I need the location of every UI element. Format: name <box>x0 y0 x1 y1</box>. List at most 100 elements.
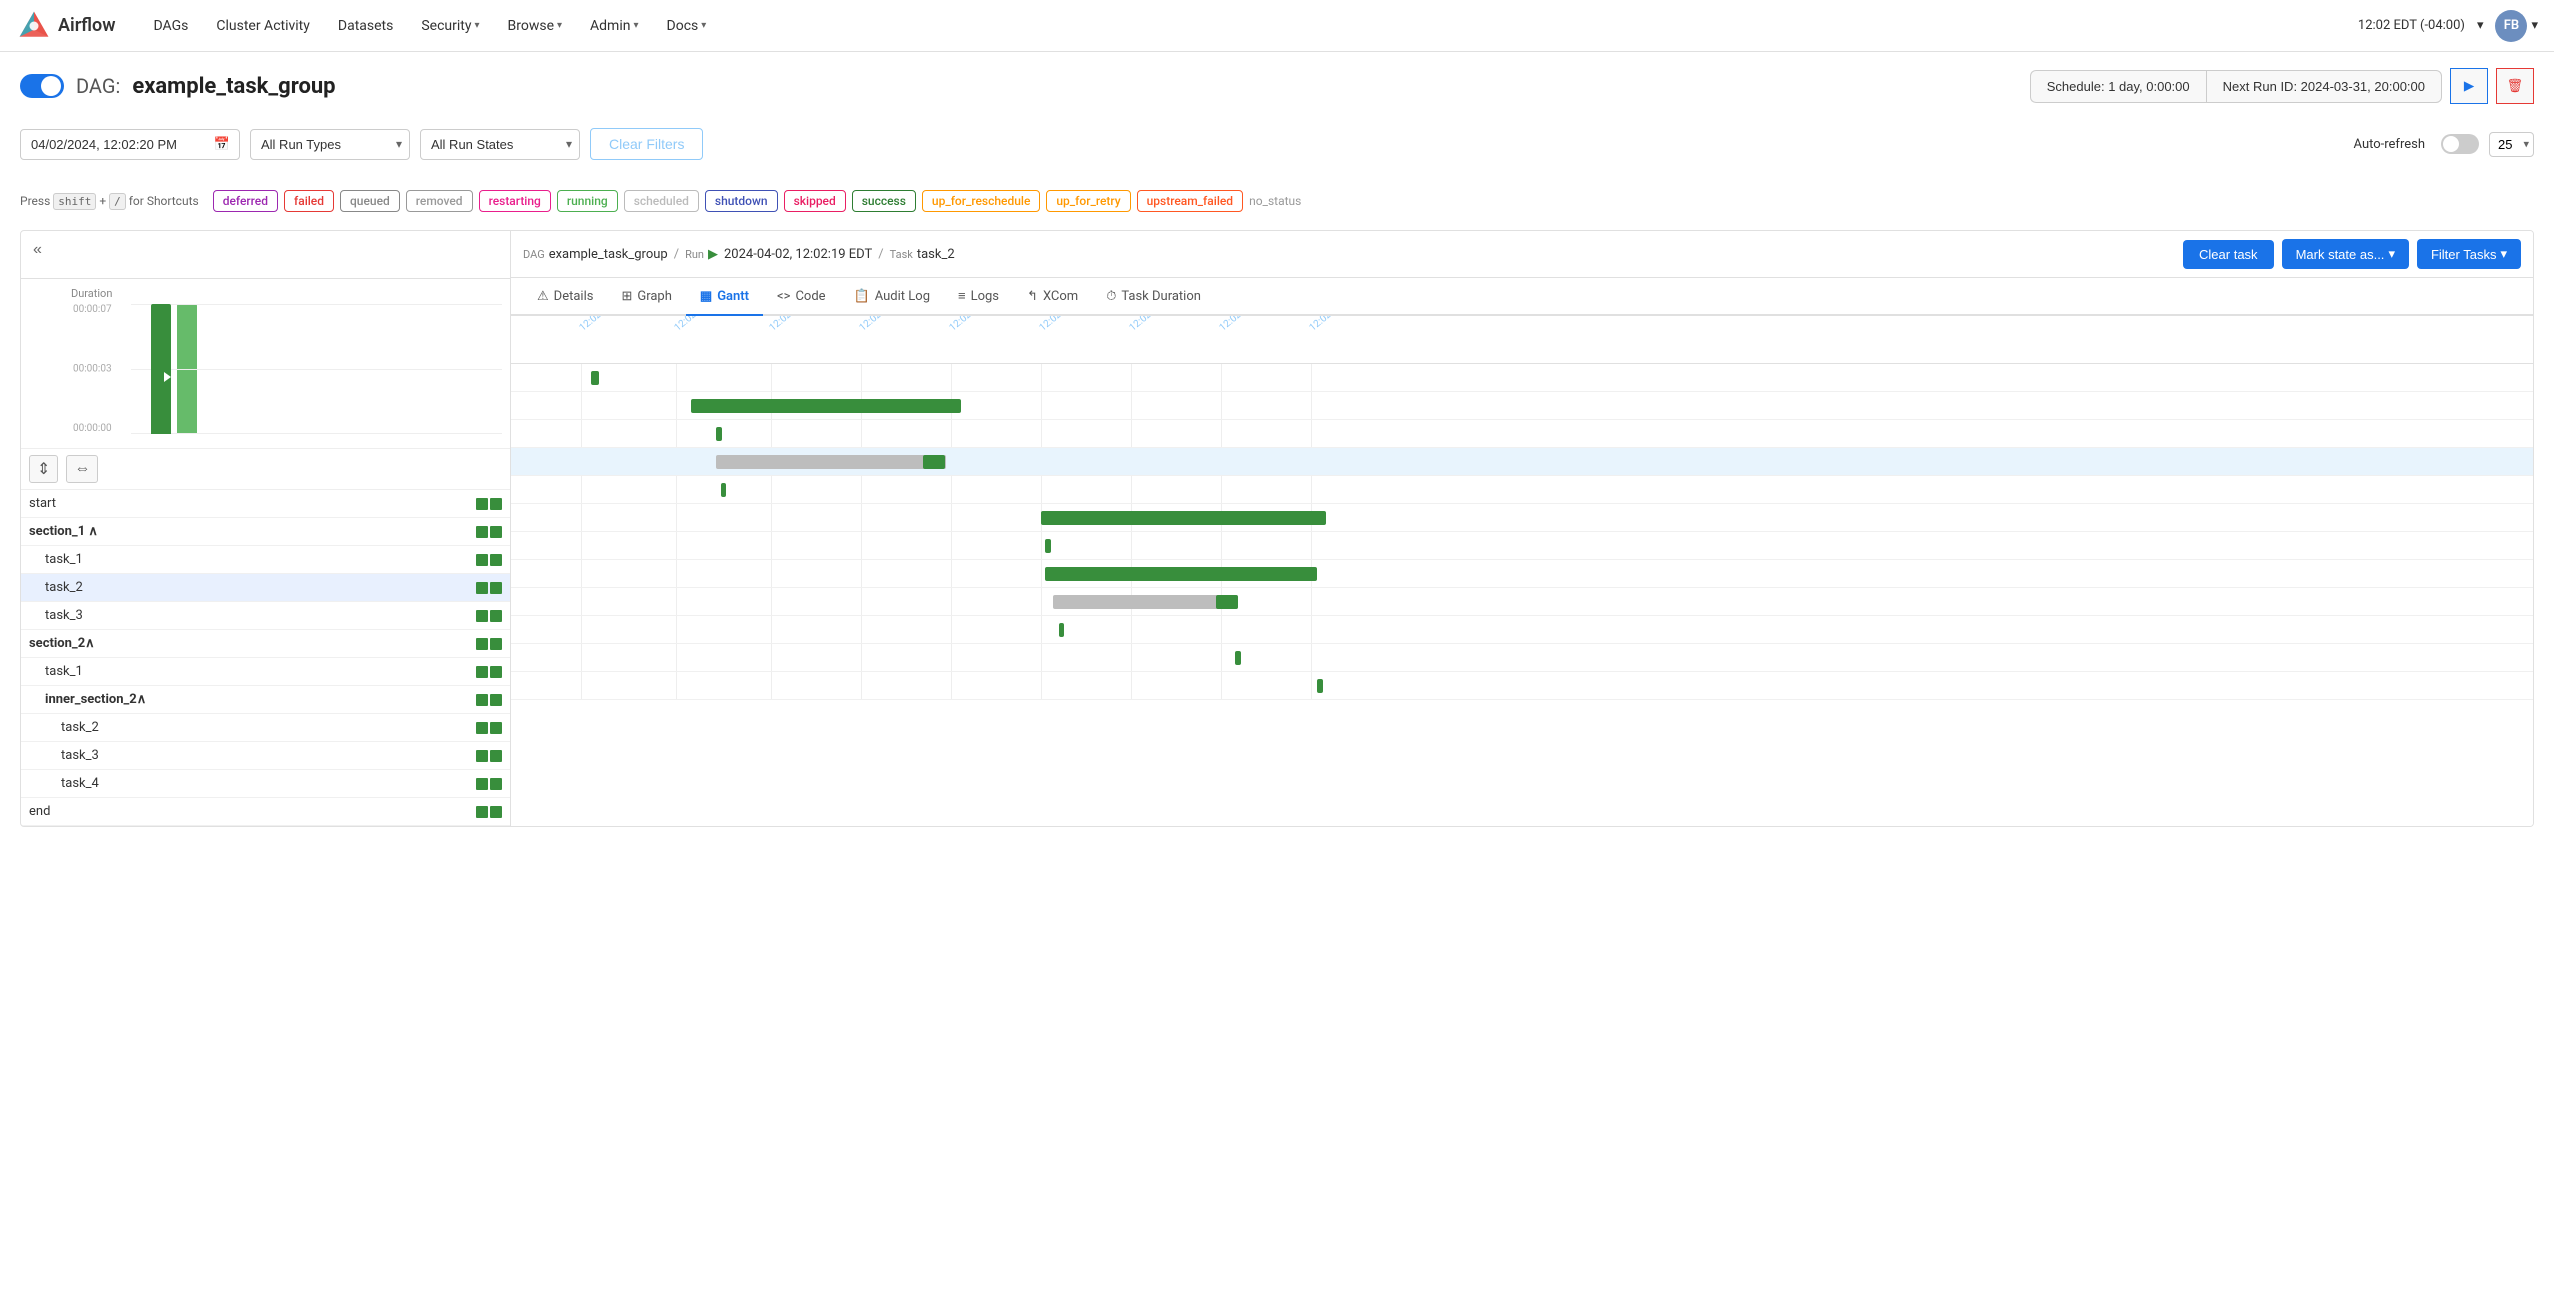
nav-security[interactable]: Security ▾ <box>407 0 493 52</box>
badge-success[interactable]: success <box>852 190 916 212</box>
nav-dags[interactable]: DAGs <box>140 0 203 52</box>
task-row-inner-section2[interactable]: inner_section_2∧ <box>21 686 510 714</box>
tab-audit-log[interactable]: 📋 Audit Log <box>840 279 944 316</box>
gridline-bottom <box>131 433 502 434</box>
tl-9: 12:02:26 EDT <box>1307 316 1359 334</box>
mark-state-btn[interactable]: Mark state as... ▾ <box>2282 239 2409 269</box>
badge-up-for-reschedule[interactable]: up_for_reschedule <box>922 190 1040 212</box>
gantt-row-section1[interactable] <box>511 392 2533 420</box>
badge-failed[interactable]: failed <box>284 190 334 212</box>
badge-no-status[interactable]: no_status <box>1249 194 1301 208</box>
run-states-select[interactable]: All Run States <box>420 129 580 160</box>
task-row-section2[interactable]: section_2∧ <box>21 630 510 658</box>
gantt-row-s1t1[interactable] <box>511 420 2533 448</box>
schedule-btn[interactable]: Schedule: 1 day, 0:00:00 <box>2030 70 2206 103</box>
bar-end <box>1317 679 1323 693</box>
tab-details[interactable]: ⚠ Details <box>523 279 607 316</box>
indicator-2 <box>490 638 502 650</box>
badge-up-for-retry[interactable]: up_for_retry <box>1046 190 1130 212</box>
trigger-dag-btn[interactable]: ▶ <box>2450 68 2488 104</box>
badge-deferred[interactable]: deferred <box>213 190 278 212</box>
task-row-s1t1[interactable]: task_1 <box>21 546 510 574</box>
user-avatar[interactable]: FB <box>2495 10 2527 42</box>
timeline-labels-container: 12:02:19 EDT 12:02:20 EDT 12:02:21 EDT 1… <box>511 316 1411 363</box>
task-row-is2t4[interactable]: task_4 <box>21 770 510 798</box>
bar-is2t3 <box>1059 623 1064 637</box>
date-filter[interactable] <box>20 129 240 160</box>
badge-restarting[interactable]: restarting <box>479 190 551 212</box>
brand[interactable]: Airflow <box>16 8 116 44</box>
time-caret: ▾ <box>2477 18 2484 33</box>
tab-gantt[interactable]: ▦ Gantt <box>686 279 763 316</box>
tab-xcom[interactable]: ↰ XCom <box>1013 279 1092 316</box>
breadcrumb-bar: DAG example_task_group / Run ▶ 2024-04-0… <box>511 231 2533 278</box>
gantt-row-section2[interactable] <box>511 504 2533 532</box>
gantt-timeline-header: 12:02:19 EDT 12:02:20 EDT 12:02:21 EDT 1… <box>511 316 2533 364</box>
nav-browse[interactable]: Browse ▾ <box>494 0 577 52</box>
nav-datasets[interactable]: Datasets <box>324 0 407 52</box>
task-row-s1t3[interactable]: task_3 <box>21 602 510 630</box>
badge-upstream-failed[interactable]: upstream_failed <box>1137 190 1243 212</box>
task-row-s1t2[interactable]: task_2 <box>21 574 510 602</box>
next-run-btn[interactable]: Next Run ID: 2024-03-31, 20:00:00 <box>2206 70 2442 103</box>
indicator-1 <box>476 694 488 706</box>
date-filter-wrapper: 📅 <box>20 129 240 160</box>
task-name-s1t1: task_1 <box>29 552 468 567</box>
task-indicators-s1t1 <box>476 554 502 566</box>
bar-s1t2-green <box>923 455 945 469</box>
gantt-row-end[interactable] <box>511 672 2533 700</box>
badge-skipped[interactable]: skipped <box>784 190 846 212</box>
dag-toggle[interactable] <box>20 74 64 98</box>
badge-removed[interactable]: removed <box>406 190 473 212</box>
shift-key: shift <box>53 193 96 210</box>
task-row-is2t2[interactable]: task_2 <box>21 714 510 742</box>
gantt-row-s2t1[interactable] <box>511 532 2533 560</box>
nav-time[interactable]: 12:02 EDT (-04:00) <box>2358 18 2465 33</box>
nav-cluster-activity[interactable]: Cluster Activity <box>202 0 324 52</box>
gantt-row-start[interactable] <box>511 364 2533 392</box>
task-row-start[interactable]: start <box>21 490 510 518</box>
bar-inner-section2 <box>1045 567 1317 581</box>
badge-running[interactable]: running <box>557 190 618 212</box>
filter-tasks-btn[interactable]: Filter Tasks ▾ <box>2417 239 2521 269</box>
bar-start <box>591 371 599 385</box>
badge-scheduled[interactable]: scheduled <box>624 190 699 212</box>
clear-task-btn[interactable]: Clear task <box>2183 240 2274 269</box>
task-name-s1t2: task_2 <box>29 580 468 595</box>
clear-filters-btn[interactable]: Clear Filters <box>590 128 703 160</box>
task-row-is2t3[interactable]: task_3 <box>21 742 510 770</box>
browse-caret: ▾ <box>557 20 562 31</box>
tab-logs[interactable]: ≡ Logs <box>944 278 1013 316</box>
indicator-pair <box>476 750 502 762</box>
gantt-row-s1t3[interactable] <box>511 476 2533 504</box>
gantt-row-is2t4[interactable] <box>511 644 2533 672</box>
resize-collapse-btn[interactable]: ⇔ <box>66 455 98 483</box>
tab-code[interactable]: <> Code <box>763 279 840 316</box>
page-size-select[interactable]: 25 <box>2489 132 2534 157</box>
gantt-area: 12:02:19 EDT 12:02:20 EDT 12:02:21 EDT 1… <box>511 316 2533 826</box>
collapse-left-btn[interactable]: « <box>29 237 46 263</box>
gantt-row-is2t3[interactable] <box>511 616 2533 644</box>
xcom-icon: ↰ <box>1027 289 1038 304</box>
delete-dag-btn[interactable]: 🗑 <box>2496 68 2534 104</box>
status-bar: Press shift + / for Shortcuts deferred f… <box>20 182 2534 220</box>
indicator-2 <box>490 806 502 818</box>
task-row-s2t1[interactable]: task_1 <box>21 658 510 686</box>
gantt-row-is2t2[interactable] <box>511 588 2533 616</box>
nav-admin[interactable]: Admin ▾ <box>576 0 652 52</box>
task-row-end[interactable]: end <box>21 798 510 826</box>
tab-graph[interactable]: ⊞ Graph <box>607 279 685 316</box>
badge-shutdown[interactable]: shutdown <box>705 190 778 212</box>
badge-queued[interactable]: queued <box>340 190 400 212</box>
run-types-select[interactable]: All Run Types <box>250 129 410 160</box>
tl-4: 12:02:21 EDT <box>857 316 909 334</box>
tab-task-duration[interactable]: ⏱ Task Duration <box>1092 279 1215 316</box>
resize-expand-btn[interactable]: ⇕ <box>29 455 58 483</box>
autorefresh-toggle[interactable] <box>2441 134 2479 154</box>
gantt-row-inner-section2[interactable] <box>511 560 2533 588</box>
gridline-mid <box>131 369 502 370</box>
task-row-section1[interactable]: section_1 ∧ <box>21 518 510 546</box>
indicator-2 <box>490 498 502 510</box>
nav-docs[interactable]: Docs ▾ <box>653 0 721 52</box>
gantt-row-s1t2[interactable] <box>511 448 2533 476</box>
